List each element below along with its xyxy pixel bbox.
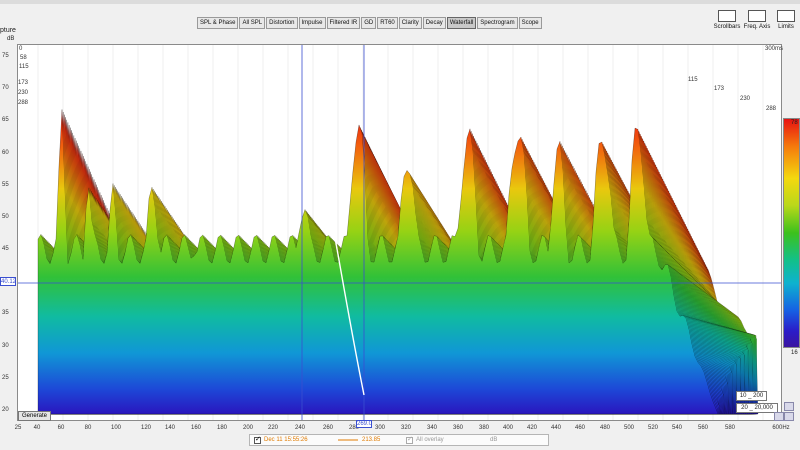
- x-tick-label: 260: [322, 425, 334, 431]
- scrollbars-label: Scrollbars: [713, 24, 741, 30]
- limits-label: Limits: [778, 24, 794, 30]
- freq-axis-icon: [748, 10, 766, 22]
- y-tick-label: 65: [2, 117, 9, 124]
- x-tick-label: 80: [84, 425, 92, 431]
- y-tick-label: 50: [2, 213, 9, 220]
- x-tick-label: 440: [550, 425, 562, 431]
- x-tick-label: 380: [478, 425, 490, 431]
- tab-distortion[interactable]: Distortion: [266, 17, 298, 29]
- tab-waterfall[interactable]: Waterfall: [446, 17, 477, 29]
- x-tick-label: 480: [599, 425, 611, 431]
- range-zoom-button[interactable]: [774, 412, 784, 421]
- time-tick-label: 0: [19, 46, 23, 52]
- time-tick-label: 230: [18, 90, 29, 96]
- time-tick-label: 288: [766, 106, 777, 112]
- y-tick-label: 20: [2, 407, 9, 413]
- trace-value: 213.85: [362, 437, 381, 443]
- all-overlay-label: All overlay: [416, 437, 444, 443]
- x-tick-label: 140: [164, 425, 176, 431]
- time-tick-label: 115: [19, 64, 29, 70]
- tab-impulse[interactable]: Impulse: [298, 17, 326, 29]
- unit-label: dB: [7, 36, 15, 42]
- tab-gd[interactable]: GD: [361, 17, 377, 29]
- graph-tab-bar: SPL & Phase All SPL Distortion Impulse Filte…: [197, 17, 543, 29]
- x-tick-label: 560: [697, 425, 709, 431]
- x-tick-label: 240: [294, 425, 306, 431]
- trace-visible-checkbox[interactable]: [254, 435, 261, 444]
- x-tick-label: 540: [671, 425, 683, 431]
- tab-clarity[interactable]: Clarity: [398, 17, 422, 29]
- trace-line-swatch: [338, 439, 358, 441]
- x-tick-label: 25: [14, 425, 22, 431]
- tab-spl-phase[interactable]: SPL & Phase: [197, 17, 239, 29]
- y-tick-label: 55: [2, 181, 9, 188]
- freq-range-input[interactable]: 20 _ 20,000: [736, 403, 778, 413]
- x-tick-label: 100: [110, 425, 122, 431]
- x-tick-label: 220: [267, 425, 279, 431]
- tab-filtered-ir[interactable]: Filtered IR: [326, 17, 361, 29]
- x-tick-label: 180: [216, 425, 228, 431]
- color-scale-max: 78: [791, 120, 798, 126]
- scrollbars-button[interactable]: Scrollbars: [712, 10, 742, 30]
- x-tick-label: 60: [57, 425, 65, 431]
- tab-all-spl[interactable]: All SPL: [239, 17, 266, 29]
- x-tick-label: 160: [190, 425, 202, 431]
- y-tick-label: 35: [2, 310, 9, 317]
- x-tick-label: 420: [526, 425, 538, 431]
- x-tick-label: 300: [374, 425, 386, 431]
- time-tick-label: 288: [18, 100, 29, 106]
- trace-name[interactable]: Dec 11 15:55:26: [264, 437, 334, 443]
- time-range-input[interactable]: 10 _ 200: [736, 391, 767, 401]
- trace-legend: Dec 11 15:55:26 213.85 All overlay dB: [249, 434, 549, 446]
- time-tick-label: 230: [740, 96, 751, 102]
- generate-button[interactable]: Generate: [18, 411, 52, 421]
- x-tick-label: 120: [140, 425, 152, 431]
- x-tick-label: 320: [400, 425, 412, 431]
- x-tick-label: 600Hz: [772, 425, 790, 431]
- x-tick-label: 460: [574, 425, 586, 431]
- x-tick-label: 520: [647, 425, 659, 431]
- y-tick-label: 45: [2, 246, 9, 253]
- freq-axis-label: Freq. Axis: [743, 24, 771, 30]
- x-tick-label: 200: [242, 425, 254, 431]
- x-tick-label: 360: [452, 425, 464, 431]
- time-tick-label: 115: [688, 77, 698, 83]
- y-tick-label: 75: [2, 53, 9, 59]
- scrollbars-icon: [718, 10, 736, 22]
- cursor-x-readout: 269.0: [356, 420, 373, 428]
- waterfall-surface[interactable]: [18, 45, 782, 421]
- x-tick-label: 340: [426, 425, 438, 431]
- color-scale-min: 16: [791, 350, 798, 356]
- title-strip: [0, 0, 800, 4]
- limits-icon: [777, 10, 795, 22]
- waterfall-plot[interactable]: [17, 44, 782, 421]
- all-overlay-checkbox[interactable]: [406, 435, 413, 444]
- x-tick-label: 500: [623, 425, 635, 431]
- time-axis-label: 300ms: [765, 46, 784, 52]
- x-tick-label: 580: [724, 425, 736, 431]
- tab-spectrogram[interactable]: Spectrogram: [477, 17, 518, 29]
- capture-label[interactable]: pture: [0, 27, 16, 34]
- y-tick-label: 25: [2, 374, 9, 381]
- y-tick-label: 60: [2, 149, 9, 156]
- tab-decay[interactable]: Decay: [422, 17, 446, 29]
- limits-button[interactable]: Limits: [774, 10, 798, 30]
- time-tick-label: 173: [714, 86, 725, 92]
- time-tick-label: 58: [20, 55, 27, 61]
- range-reset-button[interactable]: [784, 412, 794, 421]
- rew-waterfall-window: pture dB SPL & Phase All SPL Distortion Imp…: [0, 0, 800, 450]
- x-tick-label: 40: [33, 425, 41, 431]
- color-scale: [783, 118, 800, 348]
- tab-rt60[interactable]: RT60: [377, 17, 398, 29]
- y-tick-label: 30: [2, 342, 9, 349]
- time-tick-label: 173: [18, 80, 29, 86]
- y-tick-label: 70: [2, 85, 9, 92]
- tab-scope[interactable]: Scope: [518, 17, 542, 29]
- freq-axis-button[interactable]: Freq. Axis: [743, 10, 771, 30]
- range-apply-button[interactable]: [784, 402, 794, 411]
- overlay-value: dB: [490, 437, 498, 443]
- cursor-y-readout: 40.12: [0, 277, 17, 286]
- x-tick-label: 400: [502, 425, 514, 431]
